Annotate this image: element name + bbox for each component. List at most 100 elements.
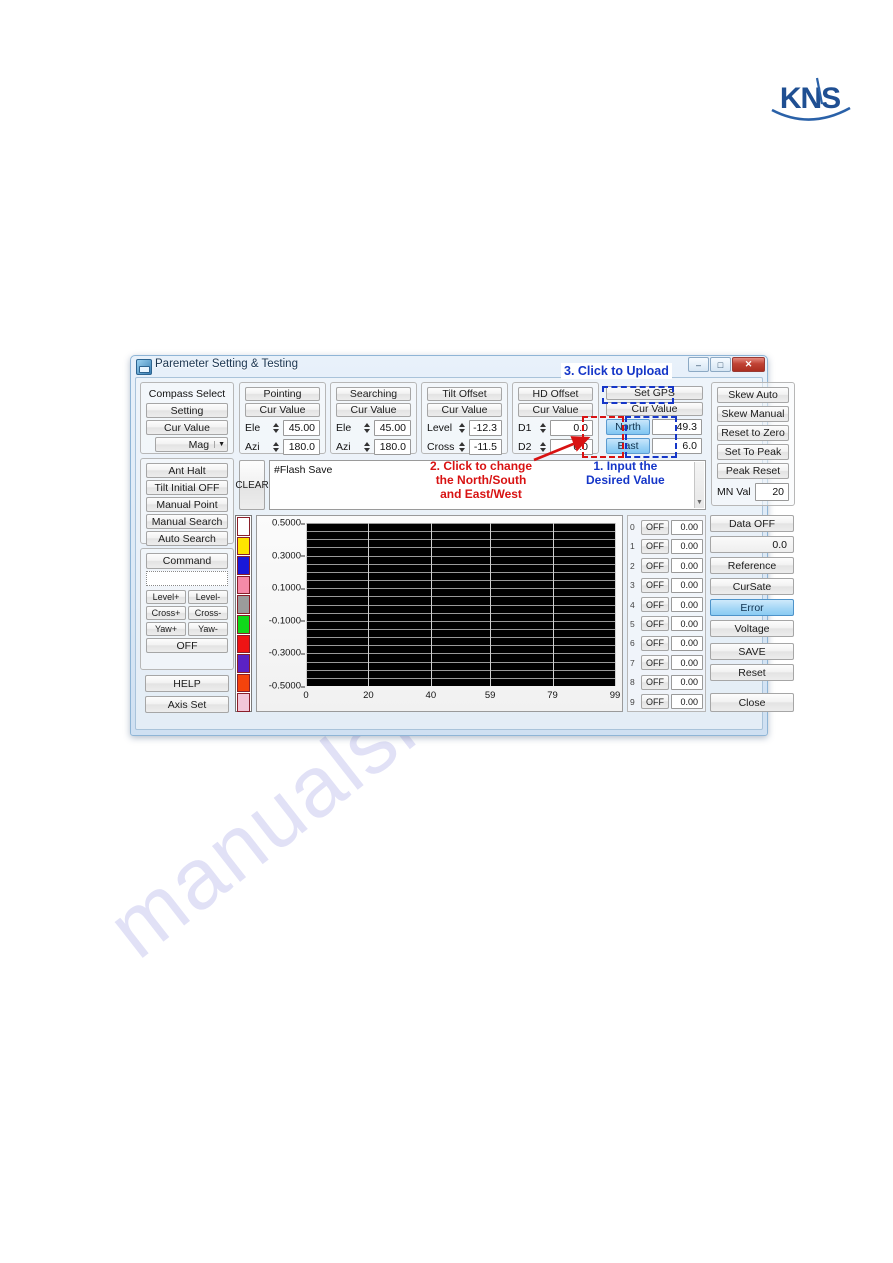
legend-color-swatch[interactable] <box>237 673 250 693</box>
waveform-chart[interactable]: 0.5000 0.3000 0.1000 -0.1000 -0.3000 -0.5000 … <box>256 515 623 712</box>
gps-cur-value-button[interactable]: Cur Value <box>606 402 703 416</box>
close-button[interactable]: Close <box>710 693 794 712</box>
cross-plus-button[interactable]: Cross+ <box>146 606 186 620</box>
axis-set-button[interactable]: Axis Set <box>145 696 229 713</box>
legend-color-swatch[interactable] <box>237 575 250 595</box>
reset-to-zero-button[interactable]: Reset to Zero <box>717 425 789 441</box>
pointing-ele-spinner[interactable] <box>273 420 281 436</box>
channel-toggle-button[interactable]: OFF <box>641 597 669 613</box>
channel-value-field[interactable]: 0.00 <box>671 635 703 651</box>
legend-color-swatch[interactable] <box>237 595 250 614</box>
command-input[interactable] <box>146 571 228 586</box>
legend-color-swatch[interactable] <box>237 556 250 575</box>
legend-color-swatch[interactable] <box>237 614 250 634</box>
clear-button[interactable]: CLEAR <box>235 460 269 510</box>
channel-toggle-button[interactable]: OFF <box>641 616 669 632</box>
error-button[interactable]: Error <box>710 599 794 616</box>
tilt-initial-off-button[interactable]: Tilt Initial OFF <box>146 480 228 495</box>
hd-offset-cur-value-button[interactable]: Cur Value <box>518 403 593 417</box>
tilt-cross-field[interactable]: -11.5 <box>469 439 502 455</box>
chart-gridline-h <box>306 628 616 630</box>
scroll-down-icon[interactable]: ▼ <box>696 499 703 506</box>
searching-azi-field[interactable]: 180.0 <box>374 439 411 455</box>
channel-value-field[interactable]: 0.00 <box>671 558 703 574</box>
mn-val-field[interactable]: 20 <box>754 483 789 501</box>
channel-toggle-button[interactable]: OFF <box>641 694 669 710</box>
searching-ele-field[interactable]: 45.00 <box>374 420 411 436</box>
tilt-level-field[interactable]: -12.3 <box>469 420 502 436</box>
legend-color-swatch[interactable] <box>237 634 250 654</box>
pointing-title-button[interactable]: Pointing <box>245 387 320 401</box>
channel-toggle-button[interactable]: OFF <box>641 655 669 671</box>
legend-color-swatch[interactable] <box>237 654 250 673</box>
channel-value-field[interactable]: 0.00 <box>671 655 703 671</box>
level-plus-button[interactable]: Level+ <box>146 590 186 604</box>
cursate-button[interactable]: CurSate <box>710 578 794 595</box>
channel-row: 7 OFF 0.00 <box>630 654 703 672</box>
help-button[interactable]: HELP <box>145 675 229 692</box>
compass-type-dropdown[interactable]: Mag ▼ <box>155 437 228 452</box>
channel-toggle-button[interactable]: OFF <box>641 519 669 535</box>
tilt-cross-spinner[interactable] <box>459 439 467 455</box>
pointing-ele-field[interactable]: 45.00 <box>283 420 320 436</box>
antenna-control-group: Ant Halt Tilt Initial OFF Manual Point M… <box>140 458 234 546</box>
searching-cur-value-button[interactable]: Cur Value <box>336 403 411 417</box>
minimize-button[interactable]: – <box>688 357 709 372</box>
channel-value-field[interactable]: 0.00 <box>671 674 703 690</box>
data-off-button[interactable]: Data OFF <box>710 515 794 532</box>
channel-toggle-button[interactable]: OFF <box>641 538 669 554</box>
channel-value-field[interactable]: 0.00 <box>671 597 703 613</box>
console-scrollbar[interactable]: ▼ <box>694 462 704 508</box>
channel-toggle-button[interactable]: OFF <box>641 635 669 651</box>
skew-manual-button[interactable]: Skew Manual <box>717 406 789 422</box>
yaw-plus-button[interactable]: Yaw+ <box>146 622 186 636</box>
level-minus-button[interactable]: Level- <box>188 590 228 604</box>
channel-value-field[interactable]: 0.00 <box>671 694 703 710</box>
cross-minus-button[interactable]: Cross- <box>188 606 228 620</box>
channel-toggle-button[interactable]: OFF <box>641 577 669 593</box>
chart-gridline-h <box>306 645 616 647</box>
legend-color-swatch[interactable] <box>237 517 250 536</box>
pointing-azi-spinner[interactable] <box>273 439 281 455</box>
searching-title-button[interactable]: Searching <box>336 387 411 401</box>
skew-auto-button[interactable]: Skew Auto <box>717 387 789 403</box>
manual-point-button[interactable]: Manual Point <box>146 497 228 512</box>
tilt-offset-title-button[interactable]: Tilt Offset <box>427 387 502 401</box>
tilt-level-spinner[interactable] <box>459 420 467 436</box>
reset-button[interactable]: Reset <box>710 664 794 681</box>
channel-value-field[interactable]: 0.00 <box>671 538 703 554</box>
channel-value-field[interactable]: 0.00 <box>671 519 703 535</box>
searching-azi-spinner[interactable] <box>364 439 372 455</box>
channel-row: 9 OFF 0.00 <box>630 693 703 711</box>
auto-search-button[interactable]: Auto Search <box>146 531 228 546</box>
legend-color-swatch[interactable] <box>237 693 250 712</box>
compass-setting-button[interactable]: Setting <box>146 403 228 418</box>
channel-toggle-button[interactable]: OFF <box>641 674 669 690</box>
channel-toggle-button[interactable]: OFF <box>641 558 669 574</box>
channel-value-field[interactable]: 0.00 <box>671 577 703 593</box>
voltage-button[interactable]: Voltage <box>710 620 794 637</box>
save-button[interactable]: SAVE <box>710 643 794 660</box>
compass-cur-value-button[interactable]: Cur Value <box>146 420 228 435</box>
chart-plot-area[interactable] <box>306 523 616 686</box>
command-button[interactable]: Command <box>146 553 228 569</box>
tilt-offset-cur-value-button[interactable]: Cur Value <box>427 403 502 417</box>
manual-search-button[interactable]: Manual Search <box>146 514 228 529</box>
plot-color-legend[interactable] <box>235 515 252 712</box>
chart-gridline-v <box>368 523 370 686</box>
reference-button[interactable]: Reference <box>710 557 794 574</box>
legend-color-swatch[interactable] <box>237 536 250 556</box>
ant-halt-button[interactable]: Ant Halt <box>146 463 228 478</box>
chart-y-tick-label: -0.5000 <box>257 681 305 692</box>
pointing-azi-field[interactable]: 180.0 <box>283 439 320 455</box>
peak-reset-button[interactable]: Peak Reset <box>717 463 789 479</box>
set-to-peak-button[interactable]: Set To Peak <box>717 444 789 460</box>
yaw-minus-button[interactable]: Yaw- <box>188 622 228 636</box>
pointing-cur-value-button[interactable]: Cur Value <box>245 403 320 417</box>
close-window-button[interactable]: ✕ <box>732 357 765 372</box>
channel-value-field[interactable]: 0.00 <box>671 616 703 632</box>
searching-ele-spinner[interactable] <box>364 420 372 436</box>
hd-offset-title-button[interactable]: HD Offset <box>518 387 593 401</box>
command-off-button[interactable]: OFF <box>146 638 228 653</box>
maximize-button[interactable]: □ <box>710 357 731 372</box>
